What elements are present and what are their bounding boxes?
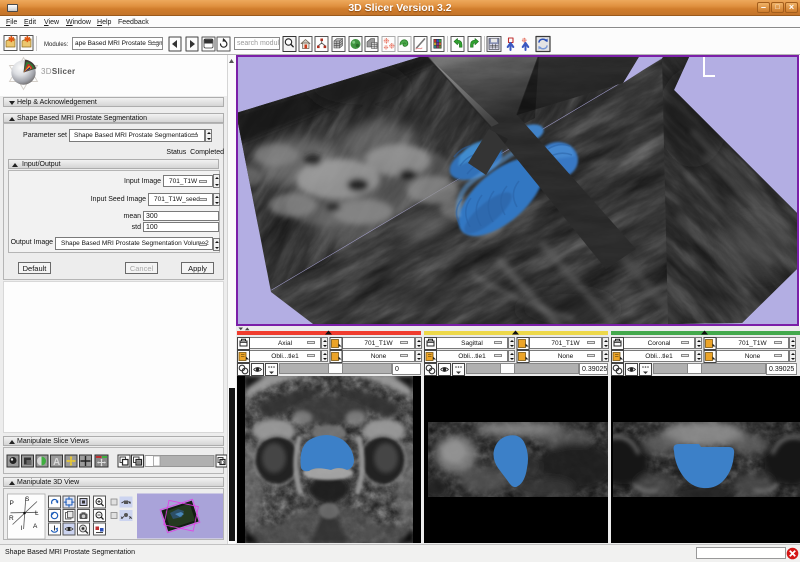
- svg-text:D: D: [221, 461, 225, 467]
- svg-text:❉: ❉: [389, 42, 396, 51]
- svg-text:L: L: [35, 510, 39, 517]
- svg-text:A: A: [33, 523, 38, 530]
- svg-text:❉: ❉: [384, 45, 389, 52]
- svg-text:✱: ✱: [24, 35, 31, 44]
- svg-text:R: R: [9, 515, 14, 522]
- svg-text:S: S: [25, 496, 30, 503]
- svg-text:✱: ✱: [8, 35, 15, 44]
- svg-text:P: P: [10, 500, 14, 507]
- svg-text:I: I: [21, 525, 23, 532]
- svg-text:A: A: [53, 457, 60, 468]
